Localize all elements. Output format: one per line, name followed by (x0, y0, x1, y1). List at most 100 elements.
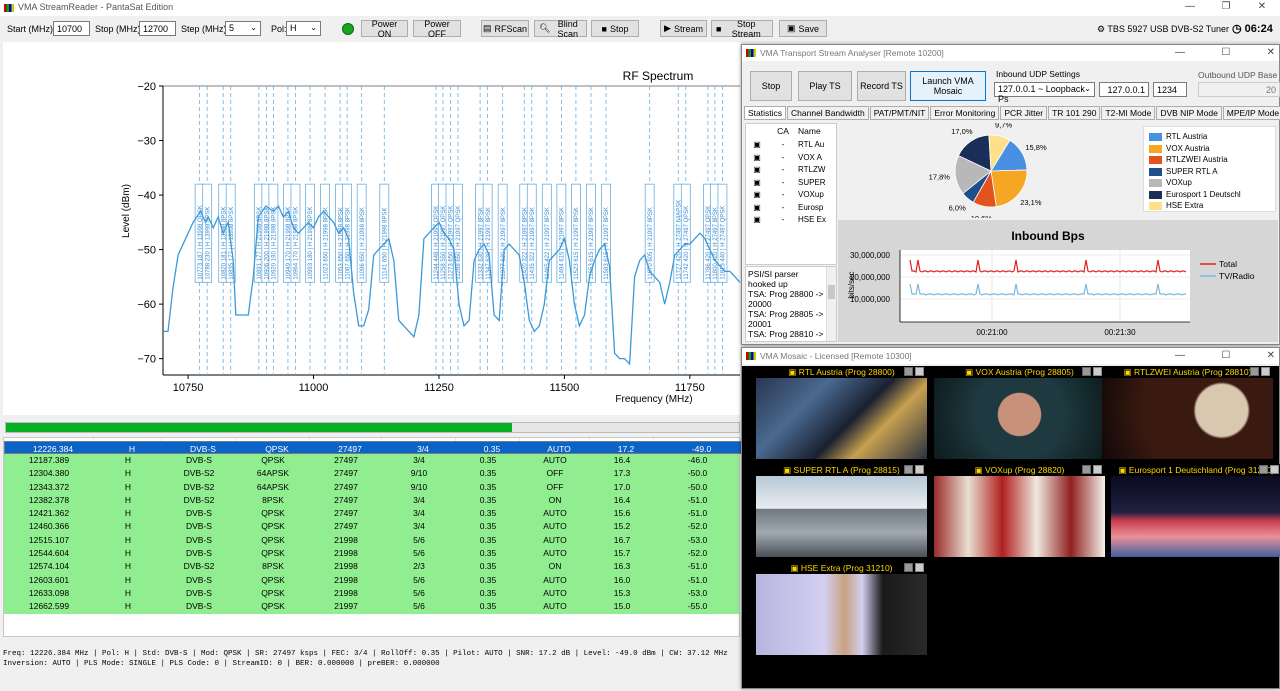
zoom-icon[interactable] (1270, 465, 1279, 474)
mosaic-tile[interactable]: ▣ VOX Austria (Prog 28805) (934, 366, 1105, 459)
tab-mpe-ip-mode[interactable]: MPE/IP Mode (1222, 106, 1280, 120)
table-row[interactable]: 12460.366 H DVB-S QPSK 27497 3/4 0.35 AUTO 15.2 -… (4, 520, 739, 534)
speaker-icon[interactable] (904, 367, 913, 376)
tab-dvb-nip-mode[interactable]: DVB NIP Mode (1156, 106, 1222, 120)
table-cell: 17.2 (617, 444, 635, 454)
save-button[interactable]: ▣ Save (779, 20, 827, 37)
program-row[interactable]: ▣ - RTL Au (746, 139, 836, 152)
zoom-icon[interactable] (1261, 367, 1270, 376)
launch-mosaic-button[interactable]: Launch VMA Mosaic (910, 71, 986, 101)
table-row[interactable]: 12633.098 H DVB-S QPSK 21998 5/6 0.35 AUTO 15.3 -… (4, 586, 739, 601)
tab-pcr-jitter[interactable]: PCR Jitter (1000, 106, 1048, 120)
minimize-icon[interactable]: — (1172, 0, 1208, 16)
mosaic-tile[interactable]: ▣ SUPER RTL A (Prog 28815) (756, 464, 927, 557)
program-ca: - (781, 152, 785, 162)
mosaic-tile[interactable]: ▣ RTLZWEI Austria (Prog 28810) (1102, 366, 1273, 459)
table-row[interactable]: 12662.599 H DVB-S QPSK 21997 5/6 0.35 AUTO 15.0 -… (4, 600, 739, 614)
speaker-icon[interactable] (1082, 367, 1091, 376)
table-cell: -49.0 (691, 444, 712, 454)
rfscan-button[interactable]: ▤ RFScan (481, 20, 529, 37)
outbound-port-input[interactable] (1198, 82, 1280, 97)
tab-t2-mi-mode[interactable]: T2-MI Mode (1101, 106, 1156, 120)
table-row[interactable]: 12544.604 H DVB-S QPSK 21998 5/6 0.35 AUTO 15.7 -… (4, 547, 739, 561)
tab-channel-bandwidth[interactable]: Channel Bandwidth (787, 106, 869, 120)
zoom-icon[interactable] (915, 465, 924, 474)
transponder-marker-label: 11141 650 | H 21998 8PSK (382, 208, 388, 280)
table-row[interactable]: 12421.362 H DVB-S QPSK 27497 3/4 0.35 AUTO 15.6 -… (4, 507, 739, 521)
close-icon[interactable]: ✕ (1244, 0, 1280, 16)
program-row[interactable]: ▣ - SUPER (746, 177, 836, 190)
program-row[interactable]: ▣ - HSE Ex (746, 214, 836, 227)
tab-error-monitoring[interactable]: Error Monitoring (930, 106, 1000, 120)
speaker-icon[interactable] (1259, 465, 1268, 474)
scrollbar-thumb[interactable] (828, 285, 835, 299)
table-row[interactable]: 12304.380 H DVB-S2 64APSK 27497 9/10 0.35 OFF 17… (4, 467, 739, 481)
table-cell: -46.0 (687, 455, 708, 465)
minimize-icon[interactable]: — (1175, 45, 1185, 61)
zoom-icon[interactable] (1093, 367, 1102, 376)
start-input[interactable] (53, 21, 90, 36)
table-cell: AUTO (543, 521, 567, 532)
tab-statistics[interactable]: Statistics (744, 106, 787, 120)
pol-select[interactable]: H ⌄ (286, 21, 321, 36)
table-row[interactable]: 12603.601 H DVB-S QPSK 21998 5/6 0.35 AUTO 16.0 -… (4, 573, 739, 587)
table-row[interactable]: 12187.389 H DVB-S QPSK 27497 3/4 0.35 AUTO 16.4 -… (4, 454, 739, 468)
blind-scan-button[interactable]: 🔍︎ Blind Scan (534, 18, 587, 39)
play-ts-button[interactable]: Play TS (798, 71, 852, 101)
log-scrollbar[interactable] (826, 267, 836, 341)
tab-tr-101-290[interactable]: TR 101 290 (1048, 106, 1101, 120)
speaker-icon[interactable] (904, 563, 913, 572)
close-icon[interactable]: ✕ (1267, 348, 1275, 364)
mosaic-tile[interactable]: ▣ RTL Austria (Prog 28800) (756, 366, 927, 459)
table-cell: H (124, 587, 132, 598)
zoom-icon[interactable] (915, 367, 924, 376)
program-row[interactable]: ▣ - RTLZW (746, 164, 836, 177)
table-row[interactable]: 12343.372 H DVB-S2 64APSK 27497 9/10 0.35 OFF 17… (4, 480, 739, 494)
stop-stream-button[interactable]: ■ Stop Stream (711, 19, 773, 39)
inbound-interface-select[interactable]: 127.0.0.1 ~ Loopback Ps ⌄ (994, 82, 1095, 104)
program-row[interactable]: ▣ - VOXup (746, 189, 836, 202)
maximize-icon[interactable]: ☐ (1221, 45, 1230, 61)
mosaic-tile-caption: ▣ SUPER RTL A (Prog 28815) (756, 464, 927, 476)
table-row[interactable]: 12574.104 H DVB-S2 8PSK 21998 2/3 0.35 ON 16.3 -5… (4, 560, 739, 574)
analyser-stop-button[interactable]: Stop (750, 71, 792, 101)
mosaic-tile[interactable]: ▣ Eurosport 1 Deutschland (Prog 31200) (1111, 464, 1280, 557)
main-title-bar: VMA StreamReader - PantaSat Edition — ❐ … (0, 0, 1280, 16)
speaker-icon[interactable] (904, 465, 913, 474)
table-row[interactable]: 12226.384 H DVB-S QPSK 27497 3/4 0.35 AUTO 17.2 -… (4, 441, 749, 455)
mosaic-tile[interactable]: ▣ HSE Extra (Prog 31210) (756, 562, 927, 655)
table-cell: DVB-S (186, 534, 212, 545)
power-off-button[interactable]: Power OFF (413, 19, 461, 39)
stop-input[interactable] (139, 21, 176, 36)
step-label: Step (MHz): (181, 24, 230, 34)
step-select[interactable]: 5 ⌄ (225, 21, 261, 36)
blind-scan-label: Blind Scan (557, 18, 578, 39)
table-cell: 15.6 (613, 508, 631, 519)
maximize-icon[interactable]: ☐ (1221, 348, 1230, 364)
table-cell: 0.35 (479, 481, 497, 492)
mosaic-tile-label: ▣ VOX Austria (Prog 28805) (965, 367, 1074, 377)
table-row[interactable]: 12515.107 H DVB-S QPSK 21998 5/6 0.35 AUTO 16.7 -… (4, 533, 739, 548)
zoom-icon[interactable] (915, 563, 924, 572)
zoom-icon[interactable] (1093, 465, 1102, 474)
table-row[interactable]: 12382.378 H DVB-S2 8PSK 27497 3/4 0.35 ON 16.4 -5… (4, 493, 739, 508)
inbound-port-input[interactable] (1153, 82, 1187, 97)
pie-legend-item: HSE Extra (1144, 200, 1275, 212)
maximize-icon[interactable]: ❐ (1208, 0, 1244, 16)
table-cell: H (124, 521, 132, 532)
minimize-icon[interactable]: — (1175, 348, 1185, 364)
speaker-icon[interactable] (1082, 465, 1091, 474)
program-row[interactable]: ▣ - Eurosp (746, 202, 836, 215)
clock: ◷ 06:24 (1232, 22, 1273, 35)
record-ts-button[interactable]: Record TS (857, 71, 906, 101)
power-on-button[interactable]: Power ON (361, 19, 408, 39)
inbound-ip-input[interactable] (1099, 82, 1149, 97)
program-row[interactable]: ▣ - VOX A (746, 152, 836, 165)
speaker-icon[interactable] (1250, 367, 1259, 376)
stop-button[interactable]: ■ Stop (591, 20, 639, 37)
status-line-2: Inversion: AUTO | PLS Mode: SINGLE | PLS… (3, 660, 440, 668)
tab-pat-pmt-nit[interactable]: PAT/PMT/NIT (869, 106, 930, 120)
mosaic-tile[interactable]: ▣ VOXup (Prog 28820) (934, 464, 1105, 557)
close-icon[interactable]: ✕ (1267, 45, 1275, 61)
stream-button[interactable]: ▶ Stream (660, 20, 707, 37)
